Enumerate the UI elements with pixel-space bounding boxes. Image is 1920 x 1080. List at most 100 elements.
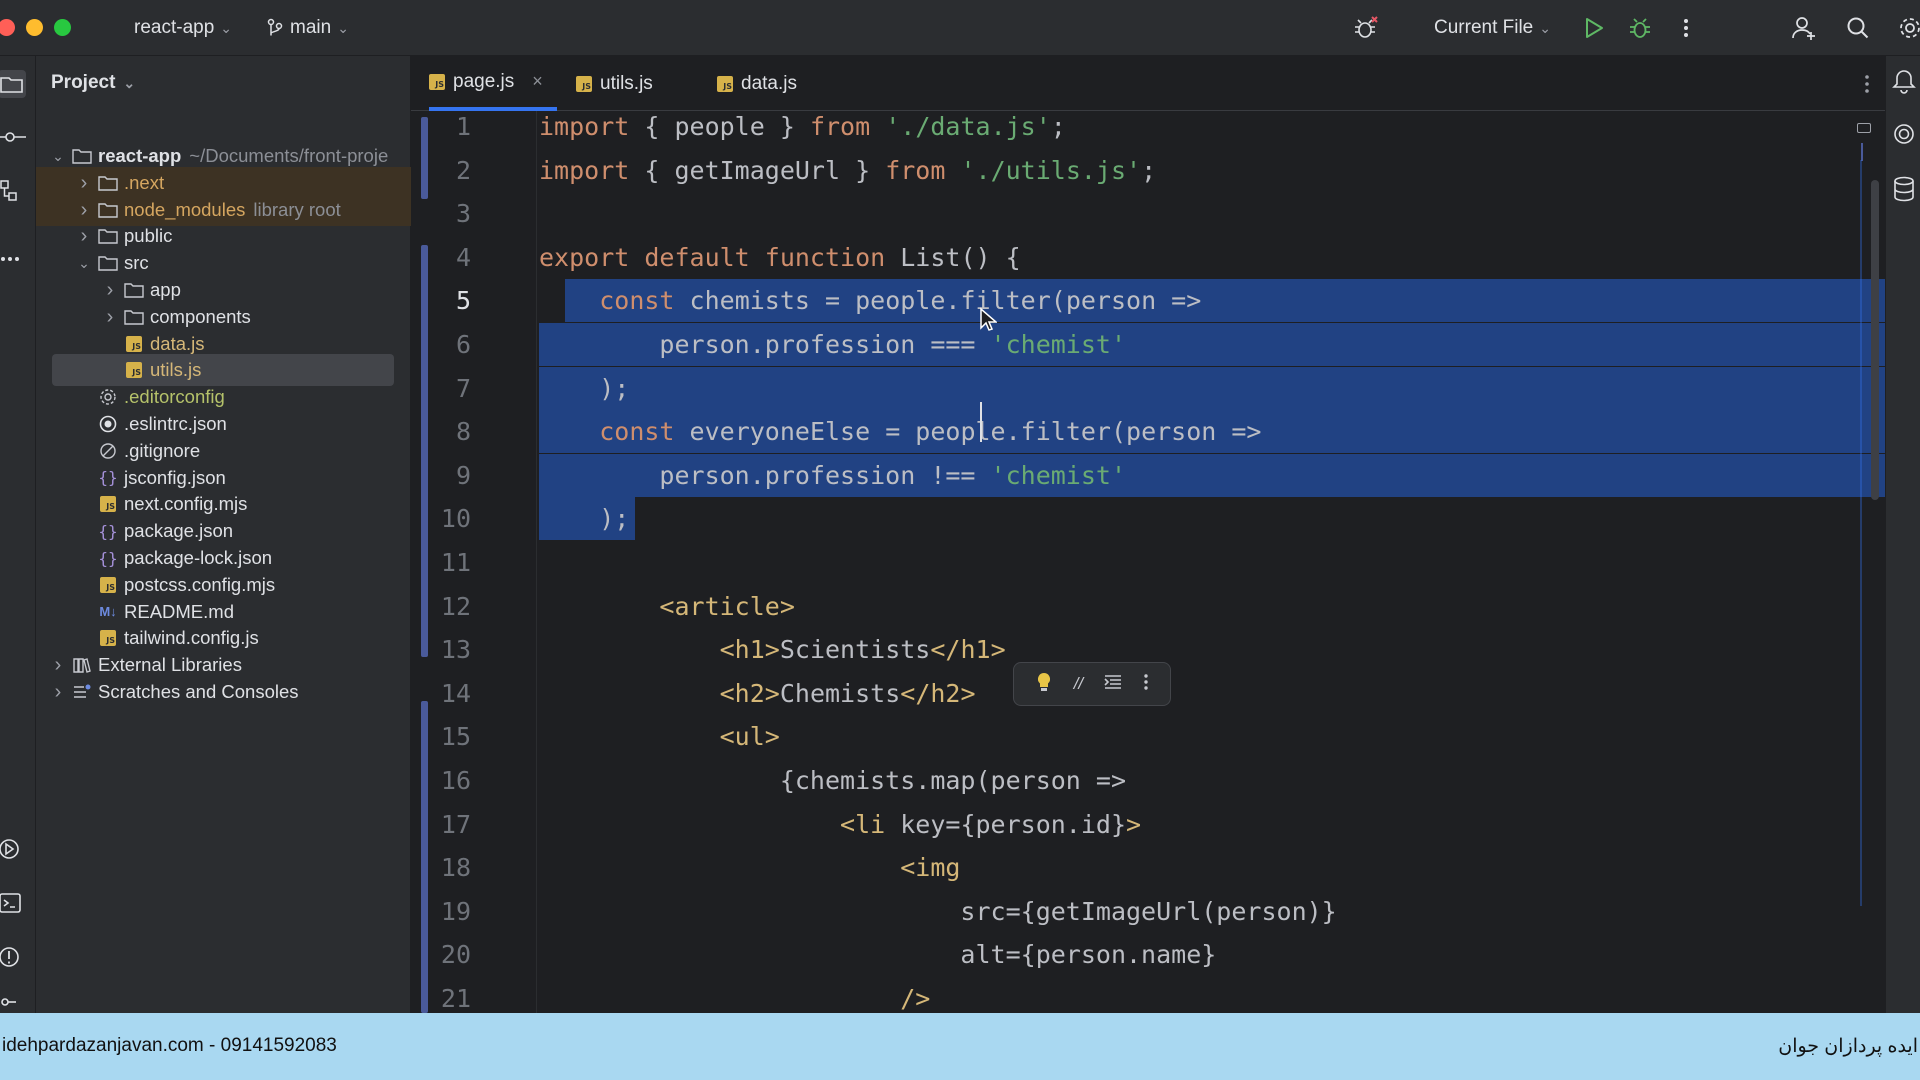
ignore-file-icon	[98, 442, 118, 460]
code-text: />	[900, 984, 931, 1013]
project-view-selector[interactable]: Project ⌄	[51, 72, 135, 94]
search-icon[interactable]	[1844, 14, 1872, 42]
run-button[interactable]	[1580, 14, 1608, 42]
code-text: <h1>Scientists</h1>	[719, 635, 1006, 665]
folder-icon	[124, 281, 144, 299]
chevron-right-icon[interactable]: ›	[76, 226, 92, 246]
tree-item-label: .next	[124, 171, 165, 193]
line-number: 5	[455, 286, 471, 316]
chevron-right-icon[interactable]: ›	[50, 682, 66, 702]
minimize-window-button[interactable]	[26, 19, 43, 36]
code-text: const everyoneElse = people.filter(perso…	[599, 417, 1262, 447]
footer-brand-text: ایده پردازان جوان	[1778, 1036, 1918, 1057]
tree-item-label: public	[124, 225, 173, 247]
terminal-tool-button[interactable]	[0, 890, 26, 916]
editor-scrollbar[interactable]	[1871, 180, 1879, 500]
run-configuration-selector[interactable]: Current File ⌄	[1434, 0, 1551, 56]
project-name: react-app	[134, 17, 215, 38]
chevron-down-icon: ⌄	[123, 74, 136, 91]
tree-item-label: package.json	[124, 520, 234, 542]
database-icon[interactable]	[1892, 176, 1916, 207]
branch-switcher[interactable]: main ⌄	[266, 0, 349, 56]
scroll-marker	[1861, 143, 1863, 161]
code-line: 19 src={getImageUrl(person)}	[411, 890, 1885, 933]
tab-page-js[interactable]: JS page.js ×	[429, 56, 557, 111]
structure-tool-button[interactable]	[0, 178, 26, 204]
add-user-icon[interactable]	[1790, 14, 1818, 42]
run-config-label: Current File	[1434, 17, 1534, 38]
code-line: 8 const everyoneElse = people.filter(per…	[411, 410, 1885, 454]
close-window-button[interactable]	[0, 19, 15, 36]
code-line: 2 import { getImageUrl } from './utils.js…	[411, 149, 1885, 192]
chevron-right-icon[interactable]: ›	[76, 173, 92, 193]
commit-tool-button[interactable]	[0, 124, 26, 150]
services-tool-button[interactable]	[0, 836, 26, 862]
tab-label: data.js	[741, 72, 797, 94]
tree-item-label: src	[124, 252, 149, 274]
code-line: 12 <article>	[411, 585, 1885, 628]
project-panel: Project ⌄ ⌄ react-app ~/Documents/front-pr…	[36, 56, 411, 1013]
notifications-bell-icon[interactable]	[1892, 68, 1916, 99]
chevron-right-icon[interactable]: ›	[76, 200, 92, 220]
maximize-window-button[interactable]	[54, 19, 71, 36]
tree-item[interactable]: › Scratches and Consoles	[36, 676, 411, 708]
code-text: <li key={person.id}>	[840, 809, 1142, 839]
line-number: 19	[440, 896, 471, 926]
json-file-icon: {}	[98, 521, 118, 541]
code-line: 5 const chemists = people.filter(person …	[411, 279, 1885, 323]
code-text: );	[539, 504, 630, 534]
comment-toggle-icon[interactable]: //	[1074, 674, 1083, 694]
selection-highlight	[539, 366, 1885, 410]
tree-item-hint: library root	[253, 198, 341, 220]
chevron-right-icon[interactable]: ›	[50, 655, 66, 675]
chevron-right-icon[interactable]: ›	[102, 307, 118, 327]
code-editor[interactable]: 1 import { people } from './data.js'; 2 imp…	[411, 111, 1885, 1013]
javascript-file-icon: JS	[98, 495, 118, 513]
project-tool-button[interactable]	[0, 70, 26, 98]
tab-utils-js[interactable]: JS utils.js	[576, 56, 653, 111]
tab-data-js[interactable]: JS data.js	[717, 56, 797, 111]
debug-button[interactable]	[1626, 14, 1654, 42]
tab-actions-icon[interactable]	[1853, 70, 1881, 98]
run-services-icon	[0, 839, 19, 859]
line-number: 6	[455, 330, 471, 359]
gear-icon[interactable]	[1896, 14, 1920, 42]
javascript-file-icon: JS	[98, 576, 118, 594]
git-tool-button[interactable]	[0, 996, 26, 1012]
problems-tool-button[interactable]	[0, 944, 26, 970]
chevron-down-icon[interactable]: ⌄	[76, 255, 92, 271]
chevron-right-icon[interactable]: ›	[102, 280, 118, 300]
tree-item-label: node_modules	[124, 198, 246, 220]
lightbulb-icon[interactable]	[1035, 671, 1053, 698]
inspection-widget-icon[interactable]	[1857, 123, 1871, 133]
code-line: 18 <img	[411, 846, 1885, 889]
code-line: 21 />	[411, 977, 1885, 1013]
code-text: <ul>	[719, 722, 780, 752]
chevron-down-icon[interactable]: ⌄	[50, 148, 66, 164]
mouse-cursor-icon	[980, 307, 997, 331]
folder-icon	[98, 254, 118, 272]
ai-assistant-icon[interactable]	[1892, 122, 1916, 151]
tree-item-label: next.config.mjs	[124, 493, 248, 515]
more-actions-icon[interactable]	[1672, 14, 1700, 42]
tree-item-label: Scratches and Consoles	[98, 681, 299, 702]
code-text: <img	[900, 853, 961, 883]
eslint-file-icon	[98, 415, 118, 433]
line-number: 20	[440, 940, 471, 970]
more-tools-icon[interactable]	[0, 246, 26, 272]
close-tab-icon[interactable]: ×	[532, 71, 543, 92]
project-switcher[interactable]: react-app ⌄	[134, 0, 232, 56]
debug-bug-icon[interactable]	[1352, 14, 1380, 42]
chevron-down-icon: ⌄	[1539, 19, 1551, 36]
tree-item-label: .gitignore	[124, 439, 201, 461]
markdown-file-icon: M↓	[99, 604, 117, 620]
editor-tab-bar: JS page.js × JS utils.js JS data.js	[411, 56, 1885, 111]
more-options-icon[interactable]	[1143, 673, 1149, 696]
line-number: 21	[440, 984, 471, 1013]
reformat-code-icon[interactable]	[1104, 674, 1122, 695]
code-line: 1 import { people } from './data.js';	[411, 111, 1885, 148]
